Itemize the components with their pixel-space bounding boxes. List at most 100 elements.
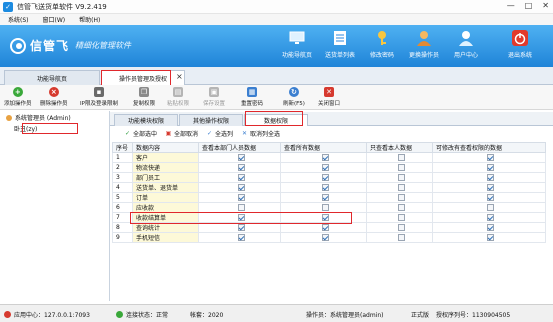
checkbox-self[interactable] xyxy=(397,174,405,181)
checkbox-all[interactable] xyxy=(321,194,329,201)
close-window-button[interactable]: ✕ 关闭窗口 xyxy=(318,87,340,107)
nav-user-center[interactable]: 用户中心 xyxy=(446,29,486,59)
operator-tree: 系统管理员 (Admin) 卧丑(zy) xyxy=(0,111,110,301)
checkbox-all[interactable] xyxy=(321,234,329,241)
checkbox-self[interactable] xyxy=(397,214,405,221)
nav-delivery-list[interactable]: 送货单列表 xyxy=(320,29,360,59)
minimize-button[interactable]: — xyxy=(507,1,515,10)
checkbox-dept[interactable] xyxy=(237,164,245,171)
tree-item-admin[interactable]: 系统管理员 (Admin) xyxy=(6,113,71,122)
checkbox-edit[interactable] xyxy=(487,234,494,241)
checkbox-self[interactable] xyxy=(397,164,405,171)
checkbox-edit[interactable] xyxy=(487,164,494,171)
select-all-button[interactable]: ✓ 全部选中 xyxy=(124,129,157,138)
checkbox-self[interactable] xyxy=(397,154,405,161)
checkbox-all[interactable] xyxy=(321,154,329,161)
close-button[interactable]: ✕ xyxy=(542,1,549,10)
checkbox-dept[interactable] xyxy=(237,154,245,161)
checkbox-dept[interactable] xyxy=(237,204,245,211)
cell-self xyxy=(366,162,433,173)
checkbox-edit[interactable] xyxy=(487,224,494,231)
table-row[interactable]: 9 手机短信 xyxy=(112,232,546,243)
table-row[interactable]: 8 查询统计 xyxy=(112,222,546,233)
checkbox-self[interactable] xyxy=(397,234,405,241)
status-account-set: 帐套：2020 xyxy=(190,312,224,319)
menu-system[interactable]: 系统(S) xyxy=(8,15,29,24)
paste-permission-button[interactable]: ▤ 粘贴权限 xyxy=(167,87,189,107)
checkbox-edit[interactable] xyxy=(487,204,494,211)
ip-limit-icon: ▪ xyxy=(93,87,104,97)
refresh-button[interactable]: ↻ 刷新(F5) xyxy=(283,87,305,107)
tab-module-permission[interactable]: 功能模块权限 xyxy=(114,114,178,126)
status-operator: 操作员：系统管理员(admin) xyxy=(306,312,384,319)
checkbox-self[interactable] xyxy=(397,224,405,231)
tab-function-home[interactable]: 功能导航页 xyxy=(4,70,100,85)
checkbox-self[interactable] xyxy=(397,194,405,201)
cell-all xyxy=(280,192,367,203)
cancel-all-button[interactable]: ▣ 全部取消 xyxy=(165,129,198,138)
app-logo-icon: ✓ xyxy=(3,1,13,12)
checkbox-edit[interactable] xyxy=(487,154,494,161)
checkbox-edit[interactable] xyxy=(487,184,494,191)
menu-window[interactable]: 窗口(W) xyxy=(43,15,66,24)
table-row[interactable]: 3 部门员工 xyxy=(112,172,546,183)
cell-no: 5 xyxy=(112,192,133,203)
cell-dept xyxy=(198,202,281,213)
checkbox-self[interactable] xyxy=(397,184,405,191)
cell-content: 查询统计 xyxy=(132,222,199,233)
cell-content: 送货单、退货单 xyxy=(132,182,199,193)
nav-exit-system[interactable]: 退出系统 xyxy=(500,29,540,59)
save-settings-button[interactable]: ▣ 保存设置 xyxy=(203,87,225,107)
copy-icon: ❐ xyxy=(139,87,149,97)
checkbox-all[interactable] xyxy=(321,174,329,181)
copy-permission-button[interactable]: ❐ 复制权限 xyxy=(133,87,155,107)
close-window-icon: ✕ xyxy=(324,87,334,97)
select-column-button[interactable]: ✓ 全选列 xyxy=(206,129,233,138)
cell-dept xyxy=(198,232,281,243)
table-row[interactable]: 4 送货单、退货单 xyxy=(112,182,546,193)
nav-change-password[interactable]: 修改密码 xyxy=(362,29,402,59)
nav-function-home[interactable]: 功能导航页 xyxy=(277,29,317,59)
reset-password-button[interactable]: ▦ 重置密码 xyxy=(241,87,263,107)
app-center-icon xyxy=(4,311,11,318)
checkbox-edit[interactable] xyxy=(487,214,494,221)
brand-mark-icon xyxy=(10,37,26,54)
brand-slogan: 精细化管理软件 xyxy=(75,41,132,50)
menu-help[interactable]: 帮助(H) xyxy=(79,15,100,24)
cell-all xyxy=(280,152,367,163)
checkbox-all[interactable] xyxy=(321,164,329,171)
menu-bar: 系统(S) 窗口(W) 帮助(H) xyxy=(0,14,553,25)
cell-edit xyxy=(432,162,546,173)
table-row[interactable]: 1 客户 xyxy=(112,152,546,163)
maximize-button[interactable]: □ xyxy=(525,1,533,10)
cell-all xyxy=(280,202,367,213)
nav-switch-operator[interactable]: 更换操作员 xyxy=(404,29,444,59)
title-bar: ✓ 信管飞送货单软件 V9.2.419 — □ ✕ xyxy=(0,0,553,14)
checkbox-edit[interactable] xyxy=(487,194,494,201)
table-row[interactable]: 5 订单 xyxy=(112,192,546,203)
checkbox-self[interactable] xyxy=(397,204,405,211)
table-row[interactable]: 2 物流快递 xyxy=(112,162,546,173)
cell-edit xyxy=(432,192,546,203)
checkbox-all[interactable] xyxy=(321,184,329,191)
tab-other-permission[interactable]: 其他操作权限 xyxy=(179,114,243,126)
cancel-column-button[interactable]: ✕ 取消列全选 xyxy=(241,129,280,138)
delete-operator-button[interactable]: × 删除操作员 xyxy=(40,87,68,107)
checkbox-dept[interactable] xyxy=(237,194,245,201)
cell-self xyxy=(366,222,433,233)
cell-dept xyxy=(198,222,281,233)
add-operator-button[interactable]: + 添加操作员 xyxy=(4,87,32,107)
uncheck-all-icon: ▣ xyxy=(165,130,172,137)
checkbox-dept[interactable] xyxy=(237,184,245,191)
table-row[interactable]: 6 应收款 xyxy=(112,202,546,213)
checkbox-dept[interactable] xyxy=(237,224,245,231)
checkbox-edit[interactable] xyxy=(487,174,494,181)
checkbox-all[interactable] xyxy=(321,204,329,211)
checkbox-dept[interactable] xyxy=(237,174,245,181)
checkbox-all[interactable] xyxy=(321,224,329,231)
window-title: 信管飞送货单软件 V9.2.419 xyxy=(17,2,107,11)
user-icon xyxy=(6,114,12,121)
tab-close-icon[interactable]: × xyxy=(176,72,183,81)
ip-limit-button[interactable]: ▪ IP限及登录限制 xyxy=(80,87,118,107)
checkbox-dept[interactable] xyxy=(237,234,245,241)
